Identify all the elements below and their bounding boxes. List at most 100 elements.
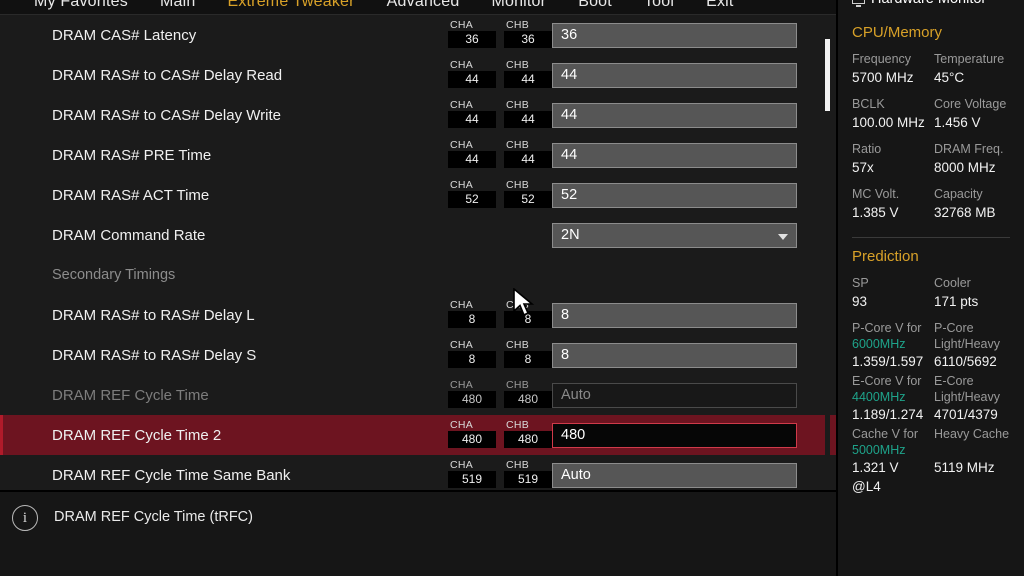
setting-row[interactable]: DRAM RAS# to CAS# Delay Read CHA 44 CHB 44 44 — [0, 55, 836, 95]
chip-channel-a-label: CHA — [450, 59, 474, 71]
chip-channel-b-value: 480 — [504, 391, 552, 408]
setting-row[interactable]: DRAM REF Cycle Time 2 CHA 480 CHB 480 480 — [0, 415, 836, 455]
hw-metric-value: 100.00 MHz — [852, 115, 925, 130]
prediction-right-key-2: Light/Heavy — [934, 390, 1001, 404]
hw-metric-value: 8000 MHz — [934, 160, 996, 175]
hw-metric-value: 57x — [852, 160, 874, 175]
chip-channel-b: CHB 52 — [504, 179, 552, 208]
chip-channel-b: CHB 480 — [504, 419, 552, 448]
setting-input[interactable]: 8 — [552, 303, 797, 328]
setting-value: 2N — [561, 227, 580, 243]
chip-channel-b: CHB8 — [504, 339, 552, 368]
chip-channel-a: CHA 36 — [448, 19, 496, 48]
hw-metric-key: Ratio — [852, 142, 882, 156]
setting-input[interactable]: 52 — [552, 183, 797, 208]
hw-metric-value: 5700 MHz — [852, 70, 914, 85]
nav-tab-tool[interactable]: Tool — [644, 0, 674, 13]
nav-tab-main[interactable]: Main — [160, 0, 195, 13]
nav-tab-extreme-tweaker[interactable]: Extreme Tweaker — [227, 0, 355, 16]
hardware-monitor-sidebar: Hardware Monitor CPU/Memory Frequency Tem… — [836, 0, 1024, 576]
setting-row[interactable]: DRAM RAS# to CAS# Delay Write CHA 44 CHB 44 4… — [0, 95, 836, 135]
prediction-left-value: 1.359/1.597 — [852, 354, 924, 369]
nav-tab-label: Advanced — [386, 0, 460, 10]
hw-metric-key: Core Voltage — [934, 97, 1007, 111]
setting-row-label: DRAM RAS# to CAS# Delay Read — [52, 66, 283, 84]
setting-row[interactable]: DRAM CAS# Latency CHA 36 CHB 36 36 — [0, 15, 836, 55]
chip-channel-a: CHA 8 — [448, 339, 496, 368]
setting-row-label: DRAM CAS# Latency — [52, 26, 197, 44]
chip-channel-a-label: CHA — [450, 459, 474, 471]
chip-channel-a: CHA 480 — [448, 419, 496, 448]
setting-row[interactable]: DRAM RAS# to RAS# Delay S CHA 8 CHB 8 8 — [0, 335, 836, 375]
setting-row-label: DRAM RAS# ACT Time — [52, 186, 210, 204]
chevron-down-icon[interactable] — [778, 234, 788, 240]
sp-value: 93 — [852, 294, 868, 309]
setting-input[interactable]: 44 — [552, 63, 797, 88]
chip-channel-b: CHB 44 — [504, 99, 552, 128]
scrollbar-thumb[interactable] — [825, 39, 830, 111]
chip-channel-b-label: CHB — [506, 179, 530, 191]
setting-input[interactable]: Auto — [552, 463, 797, 488]
setting-row[interactable]: DRAM RAS# PRE Time CHA 44 CHB 44 44 — [0, 135, 836, 175]
nav-tab-label: Tool — [643, 0, 675, 10]
prediction-right-key: P-Core — [934, 321, 974, 335]
setting-input[interactable]: 36 — [552, 23, 797, 48]
prediction-right-value: 4701/4379 — [934, 407, 998, 422]
setting-row-label: DRAM RAS# to RAS# Delay S — [52, 346, 257, 364]
nav-tab-label: Exit — [706, 0, 734, 10]
setting-row[interactable]: DRAM REF Cycle Time Same Bank CHA 519 CHB 51… — [0, 455, 836, 490]
hw-metric-key: BCLK — [852, 97, 885, 111]
nav-tab-exit[interactable]: Exit — [706, 0, 733, 13]
prediction-right-key-2: Light/Heavy — [934, 337, 1001, 351]
prediction-detail-grid: P-Core V for P-Core 6000MHz Light/Heavy 1.35… — [852, 320, 1010, 498]
cooler-key: Cooler — [934, 276, 971, 290]
setting-input[interactable]: 44 — [552, 103, 797, 128]
prediction-left-key: Cache V for — [852, 427, 919, 441]
setting-row[interactable]: DRAM RAS# ACT Time CHA 52 CHB 52 52 — [0, 175, 836, 215]
setting-row[interactable]: DRAM Command Rate 2N — [0, 215, 836, 255]
chip-channel-b-label: CHB — [506, 19, 530, 31]
setting-value: 44 — [561, 67, 578, 83]
channel-chips: CHA8CHB8 — [448, 299, 552, 328]
hw-metric-key: DRAM Freq. — [934, 142, 1004, 156]
hw-metric-key: Temperature — [934, 52, 1005, 66]
chip-channel-b-label: CHB — [506, 339, 530, 351]
nav-tab-monitor[interactable]: Monitor — [491, 0, 546, 13]
hw-metric-value: 32768 MB — [934, 205, 996, 220]
hardware-monitor-title-label: Hardware Monitor — [871, 0, 986, 7]
prediction-left-freq: 4400MHz — [852, 390, 906, 404]
setting-row[interactable]: DRAM RAS# to RAS# Delay LCHA8CHB88 — [0, 295, 836, 335]
chip-channel-a-value: 8 — [448, 351, 496, 368]
channel-chips: CHA 44 CHB 44 — [448, 99, 552, 128]
setting-input[interactable]: Auto — [552, 383, 797, 408]
chip-channel-b-label: CHB — [506, 139, 530, 151]
prediction-left-key: E-Core V for — [852, 374, 922, 388]
sidebar-divider — [852, 237, 1010, 238]
nav-tab-label: Boot — [578, 0, 612, 10]
setting-value: 44 — [561, 147, 578, 163]
chip-channel-a-label: CHA — [450, 299, 474, 311]
prediction-right-key-2 — [934, 442, 1010, 458]
hw-metric-key: Frequency — [852, 52, 912, 66]
nav-tab-my-favorites[interactable]: My Favorites — [34, 0, 128, 13]
nav-tab-advanced[interactable]: Advanced — [387, 0, 460, 13]
setting-input[interactable]: 8 — [552, 343, 797, 368]
chip-channel-a: CHA 44 — [448, 139, 496, 168]
chip-channel-a-label: CHA — [450, 179, 474, 191]
nav-tab-boot[interactable]: Boot — [578, 0, 612, 13]
setting-select[interactable]: 2N — [552, 223, 797, 248]
setting-row-label: Secondary Timings — [52, 267, 176, 283]
prediction-left-freq: 5000MHz — [852, 443, 906, 457]
chip-channel-b-value: 480 — [504, 431, 552, 448]
chip-channel-b-label: CHB — [506, 459, 530, 471]
setting-value: Auto — [561, 467, 591, 483]
setting-input[interactable]: 44 — [552, 143, 797, 168]
section-title-prediction: Prediction — [852, 248, 919, 265]
setting-row-label: DRAM RAS# PRE Time — [52, 146, 212, 164]
setting-row[interactable]: DRAM REF Cycle Time CHA 480 CHB 480 Auto — [0, 375, 836, 415]
bios-screen: My Favorites Main Extreme Tweaker Advanc… — [0, 0, 1024, 576]
chip-channel-b-label: CHB — [506, 99, 530, 111]
setting-input[interactable]: 480 — [552, 423, 797, 448]
channel-chips: CHA8CHB8 — [448, 339, 552, 368]
chip-channel-a-value: 44 — [448, 71, 496, 88]
